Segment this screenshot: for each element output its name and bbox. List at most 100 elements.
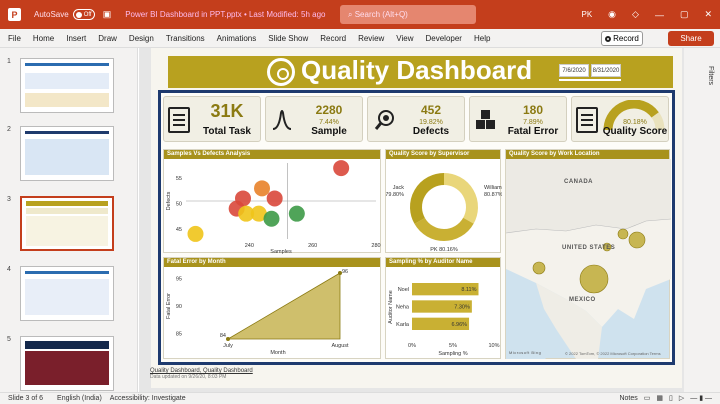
slide-thumbnail-4[interactable] <box>20 266 114 321</box>
kpi-label: Quality Score <box>602 126 668 137</box>
user-initials[interactable]: PK <box>581 10 592 19</box>
boxes-error-icon <box>476 110 495 129</box>
slide-thumbnail-5[interactable] <box>20 336 114 391</box>
tab-developer[interactable]: Developer <box>426 34 462 43</box>
scatter-y-title: Defects <box>166 191 172 210</box>
map-bubble[interactable] <box>628 231 646 249</box>
thumb-bar <box>25 271 109 274</box>
autosave-toggle[interactable]: Off <box>72 9 95 20</box>
date-end[interactable]: 8/31/2020 <box>591 64 621 77</box>
reading-view-icon[interactable]: ▯ <box>669 394 673 402</box>
share-button[interactable]: Share <box>668 31 714 46</box>
panel-title: Quality Score by Work Location <box>506 150 669 159</box>
record-label: Record <box>613 34 639 43</box>
donut-slice <box>410 173 445 224</box>
slide-counter: Slide 3 of 6 <box>8 395 44 402</box>
clipboard-icon <box>168 107 190 133</box>
panel-fatal-error-by-month[interactable]: Fatal Error by Month 84 96 85 90 95 July Augus… <box>163 257 381 359</box>
kpi-label: Fatal Error <box>507 126 559 137</box>
tab-transitions[interactable]: Transitions <box>166 34 205 43</box>
scatter-y-tick: 55 <box>176 176 182 182</box>
restore-icon[interactable]: ▢ <box>680 9 689 20</box>
search-icon: ⌕ <box>348 9 355 19</box>
map-canvas[interactable] <box>506 159 671 360</box>
kpi-pct: 7.44% <box>319 119 339 126</box>
zoom-slider[interactable]: — ▮ — <box>690 394 712 402</box>
accessibility-status[interactable]: Accessibility: Investigate <box>110 395 186 402</box>
language-indicator[interactable]: English (India) <box>57 395 102 402</box>
close-icon[interactable]: ✕ <box>704 9 712 20</box>
slide-thumbnail-1[interactable] <box>20 58 114 113</box>
slide-footnote: Quality Dashboard, Quality Dashboard Dat… <box>150 368 253 380</box>
scatter-point <box>266 190 283 207</box>
kpi-pct: 19.82% <box>419 119 443 126</box>
slide-thumbnail-2[interactable] <box>20 126 114 181</box>
area-y-tick: 85 <box>176 332 182 338</box>
donut-label: PK 80.16% <box>430 247 458 253</box>
tab-slide-show[interactable]: Slide Show <box>268 34 308 43</box>
date-slider[interactable] <box>559 79 621 81</box>
tab-record[interactable]: Record <box>320 34 346 43</box>
scatter-y-tick: 50 <box>176 202 182 208</box>
tab-animations[interactable]: Animations <box>217 34 257 43</box>
area-data-label: 96 <box>342 269 348 275</box>
kpi-label: Sample <box>311 126 347 137</box>
status-bar: Slide 3 of 6 English (India) Accessibili… <box>0 392 720 404</box>
vertical-scrollbar[interactable] <box>684 48 720 392</box>
tab-insert[interactable]: Insert <box>66 34 86 43</box>
tab-help[interactable]: Help <box>474 34 490 43</box>
kpi-value: 31K <box>210 101 244 121</box>
date-start[interactable]: 7/6/2020 <box>559 64 589 77</box>
search-box[interactable]: ⌕ Search (Alt+Q) <box>340 5 476 24</box>
tab-file[interactable]: File <box>8 34 21 43</box>
save-icon[interactable]: ▣ <box>103 9 112 20</box>
title-bar: P AutoSave Off ▣ Power BI Dashboard in P… <box>0 0 720 29</box>
bar-x-tick: 0% <box>408 343 416 349</box>
bar-x-title: Sampling % <box>438 351 467 357</box>
tab-review[interactable]: Review <box>358 34 384 43</box>
thumb-bar <box>25 351 109 385</box>
panel-title: Samples Vs Defects Analysis <box>164 150 380 159</box>
scatter-point <box>333 160 350 177</box>
filters-pane-tab[interactable]: Filters <box>707 66 714 85</box>
kpi-value: 452 <box>420 103 442 117</box>
map-bubble[interactable] <box>579 264 609 294</box>
kpi-label: Total Task <box>203 126 251 137</box>
donut-slice <box>443 173 478 224</box>
normal-view-icon[interactable]: ▭ <box>644 394 651 402</box>
thumb-number: 1 <box>7 58 11 65</box>
map-bubble[interactable] <box>532 261 546 275</box>
slide-thumbnail-3[interactable] <box>20 196 114 251</box>
avatar[interactable]: ◉ <box>608 9 616 20</box>
area-x-tick: July <box>223 343 233 349</box>
area-y-title: Fatal Error <box>166 293 172 319</box>
dashboard-title: Quality Dashboard <box>301 55 533 85</box>
diamond-icon[interactable]: ◇ <box>632 9 639 20</box>
scatter-point <box>254 180 270 197</box>
document-title[interactable]: Power BI Dashboard in PPT.pptx • Last Mo… <box>125 10 325 19</box>
minimize-icon[interactable]: — <box>655 10 664 20</box>
panel-quality-by-location[interactable]: Quality Score by Work Location CANADA UN… <box>505 149 671 360</box>
thumb-number: 3 <box>7 196 11 203</box>
area-x-title: Month <box>270 350 285 356</box>
scatter-chart: 45 50 55 240 260 280 Samples Defects <box>166 160 381 254</box>
map-bubble[interactable] <box>617 228 629 240</box>
panel-quality-by-supervisor[interactable]: Quality Score by Supervisor Jack 79.80% Wi… <box>385 149 502 253</box>
bell-curve-icon <box>272 110 292 130</box>
slide-sorter-icon[interactable]: ▦ <box>656 394 663 402</box>
panel-title: Quality Score by Supervisor <box>386 150 500 159</box>
slideshow-icon[interactable]: ▷ <box>679 394 684 402</box>
area-data-label: 84 <box>220 333 226 339</box>
tab-view[interactable]: View <box>396 34 413 43</box>
record-button[interactable]: Record <box>601 31 643 46</box>
tab-draw[interactable]: Draw <box>98 34 117 43</box>
panel-sampling-by-auditor[interactable]: Sampling % by Auditor Name Noel 8.11% Neha… <box>385 257 501 359</box>
donut-label: Jack <box>393 185 405 191</box>
tab-home[interactable]: Home <box>33 34 54 43</box>
clipboard-check-icon <box>576 107 598 133</box>
panel-samples-vs-defects[interactable]: Samples Vs Defects Analysis 45 50 55 240 260… <box>163 149 381 254</box>
scatter-point <box>263 210 280 227</box>
notes-button[interactable]: Notes <box>619 395 637 402</box>
tab-design[interactable]: Design <box>129 34 154 43</box>
bar-category-label: Karla <box>396 322 410 328</box>
